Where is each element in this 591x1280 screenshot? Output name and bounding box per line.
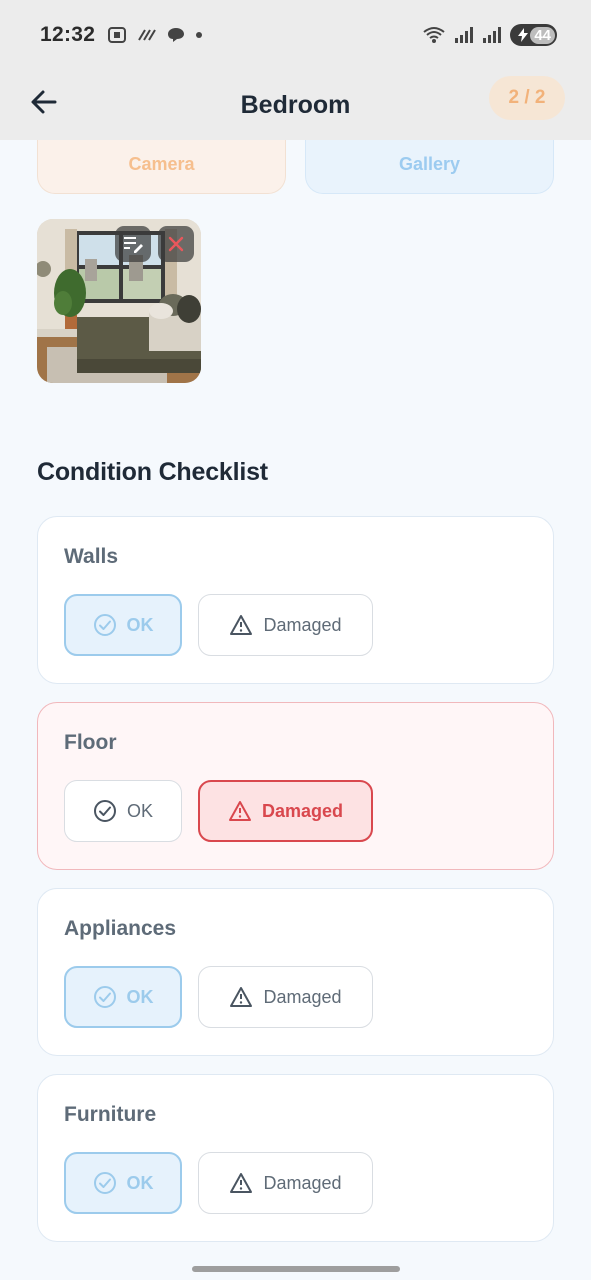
- charging-icon: [518, 28, 529, 42]
- camera-button[interactable]: Camera: [37, 140, 286, 194]
- checklist-item-label: Walls: [64, 545, 119, 568]
- status-left-icons: [107, 26, 203, 44]
- page-title: Bedroom: [240, 90, 351, 119]
- room-photo[interactable]: [37, 219, 201, 383]
- damaged-option-button[interactable]: Damaged: [198, 780, 373, 842]
- check-circle-icon: [93, 614, 116, 636]
- damaged-option-button[interactable]: Damaged: [198, 1152, 373, 1214]
- checklist-card-appliances: Appliances OK Damaged: [37, 888, 554, 1056]
- warning-icon: [230, 615, 253, 635]
- status-time: 12:32: [40, 23, 96, 46]
- ok-option-button[interactable]: OK: [64, 1152, 182, 1214]
- checklist-item-label: Floor: [64, 731, 117, 754]
- gallery-button[interactable]: Gallery: [305, 140, 554, 194]
- warning-icon: [230, 1173, 253, 1193]
- edit-notes-icon: [124, 237, 143, 253]
- ok-option-label: OK: [126, 986, 154, 1007]
- checklist-title: Condition Checklist: [37, 458, 268, 486]
- battery-level: 44: [530, 26, 555, 44]
- signal-r-icon: [483, 27, 502, 43]
- close-icon: [168, 236, 184, 252]
- checklist-item-label: Furniture: [64, 1103, 157, 1126]
- chat-icon: [168, 28, 185, 42]
- checklist-card-furniture: Furniture OK Damaged: [37, 1074, 554, 1242]
- wifi-icon: [423, 27, 445, 43]
- nfc-icon: [138, 29, 157, 41]
- check-circle-icon: [93, 800, 116, 822]
- app-bar: Bedroom 2 / 2: [0, 70, 591, 140]
- ok-option-button[interactable]: OK: [64, 780, 182, 842]
- damaged-option-label: Damaged: [263, 1172, 342, 1193]
- check-circle-icon: [93, 1172, 116, 1194]
- ok-option-label: OK: [126, 1172, 154, 1193]
- ok-option-label: OK: [126, 614, 154, 635]
- damaged-option-label: Damaged: [261, 800, 344, 821]
- battery-icon: 44: [510, 24, 557, 46]
- signal-icon: [455, 27, 474, 43]
- ok-option-button[interactable]: OK: [64, 966, 182, 1028]
- check-circle-icon: [93, 986, 116, 1008]
- status-bar: 12:32 44: [0, 0, 591, 70]
- remove-photo-button[interactable]: [158, 226, 194, 262]
- status-right-icons: 44: [422, 24, 557, 46]
- checklist-card-floor: Floor OK Damaged: [37, 702, 554, 870]
- home-indicator[interactable]: [192, 1266, 400, 1272]
- dot-icon: [196, 32, 203, 38]
- damaged-option-label: Damaged: [263, 614, 342, 635]
- ok-option-label: OK: [126, 800, 153, 821]
- warning-icon: [228, 801, 251, 821]
- back-button[interactable]: [26, 84, 62, 120]
- damaged-option-button[interactable]: Damaged: [198, 594, 373, 656]
- damaged-option-button[interactable]: Damaged: [198, 966, 373, 1028]
- edit-photo-button[interactable]: [115, 226, 151, 262]
- arrow-left-icon: [31, 90, 57, 114]
- damaged-option-label: Damaged: [263, 986, 342, 1007]
- checklist-card-walls: Walls OK Damaged: [37, 516, 554, 684]
- ok-option-button[interactable]: OK: [64, 594, 182, 656]
- checklist-item-label: Appliances: [64, 917, 177, 940]
- screenshot-icon: [108, 27, 127, 43]
- content: Camera Gallery Condition Checklist Walls…: [0, 140, 591, 1280]
- step-indicator: 2 / 2: [489, 76, 565, 120]
- warning-icon: [230, 987, 253, 1007]
